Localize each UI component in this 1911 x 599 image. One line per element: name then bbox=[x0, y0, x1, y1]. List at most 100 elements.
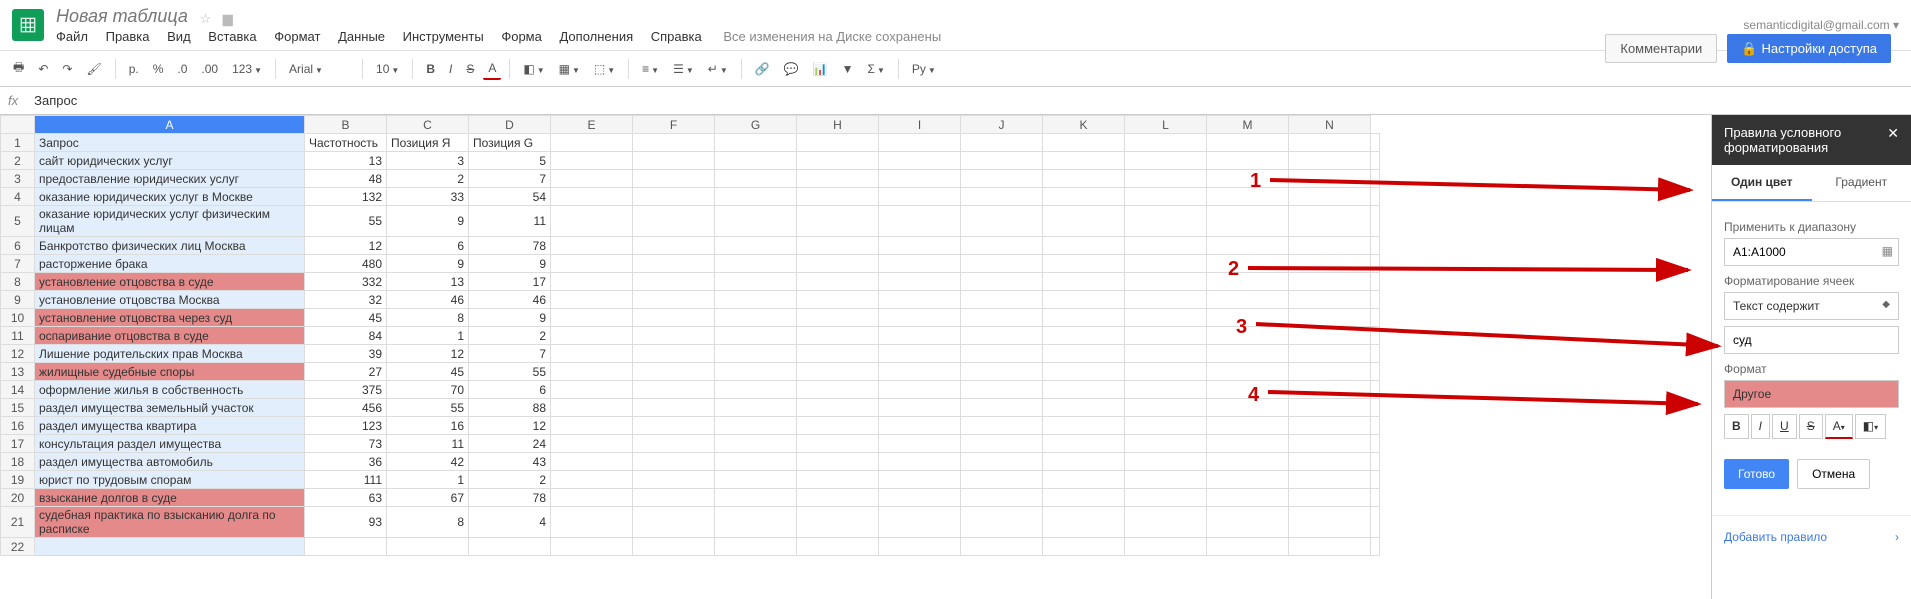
cell[interactable]: 27 bbox=[305, 363, 387, 381]
print-icon[interactable]: 🖶 bbox=[8, 55, 29, 82]
menu-data[interactable]: Данные bbox=[338, 29, 385, 44]
cell[interactable]: 67 bbox=[387, 489, 469, 507]
menu-help[interactable]: Справка bbox=[651, 29, 702, 44]
cell[interactable] bbox=[1125, 188, 1207, 206]
row-header[interactable]: 20 bbox=[1, 489, 35, 507]
sheets-logo[interactable] bbox=[12, 9, 44, 41]
merge-icon[interactable]: ⬚▼ bbox=[589, 59, 620, 79]
col-header-B[interactable]: B bbox=[305, 116, 387, 134]
cell[interactable] bbox=[1125, 363, 1207, 381]
cell[interactable] bbox=[879, 471, 961, 489]
cell[interactable] bbox=[633, 327, 715, 345]
row-header[interactable]: 15 bbox=[1, 399, 35, 417]
cell[interactable] bbox=[551, 170, 633, 188]
row-header[interactable]: 1 bbox=[1, 134, 35, 152]
cell[interactable] bbox=[961, 345, 1043, 363]
cell[interactable] bbox=[1371, 538, 1380, 556]
cell[interactable] bbox=[633, 399, 715, 417]
cell[interactable]: 78 bbox=[469, 237, 551, 255]
cell[interactable] bbox=[1043, 291, 1125, 309]
cell[interactable]: 17 bbox=[469, 273, 551, 291]
row-header[interactable]: 21 bbox=[1, 507, 35, 538]
cell[interactable] bbox=[551, 435, 633, 453]
row-header[interactable]: 2 bbox=[1, 152, 35, 170]
row-header[interactable]: 14 bbox=[1, 381, 35, 399]
row-header[interactable]: 11 bbox=[1, 327, 35, 345]
cell[interactable]: расторжение брака bbox=[35, 255, 305, 273]
cell[interactable] bbox=[715, 273, 797, 291]
cell[interactable] bbox=[1043, 273, 1125, 291]
cell[interactable]: 6 bbox=[387, 237, 469, 255]
cell[interactable] bbox=[35, 538, 305, 556]
cell[interactable]: 54 bbox=[469, 188, 551, 206]
cell[interactable] bbox=[961, 309, 1043, 327]
cell[interactable]: 13 bbox=[305, 152, 387, 170]
font-size[interactable]: 10▼ bbox=[371, 59, 404, 79]
cell[interactable]: 8 bbox=[387, 507, 469, 538]
cell[interactable] bbox=[633, 435, 715, 453]
cell[interactable] bbox=[1043, 453, 1125, 471]
percent-format[interactable]: % bbox=[148, 59, 169, 79]
cell[interactable]: 7 bbox=[469, 345, 551, 363]
cell[interactable] bbox=[1043, 152, 1125, 170]
cell[interactable]: 42 bbox=[387, 453, 469, 471]
cell[interactable] bbox=[797, 538, 879, 556]
col-header-L[interactable]: L bbox=[1125, 116, 1207, 134]
cell[interactable] bbox=[1289, 134, 1371, 152]
cell[interactable] bbox=[1043, 134, 1125, 152]
cell[interactable]: 32 bbox=[305, 291, 387, 309]
cell[interactable] bbox=[1207, 363, 1289, 381]
cell[interactable] bbox=[1207, 134, 1289, 152]
col-header-I[interactable]: I bbox=[879, 116, 961, 134]
cell[interactable] bbox=[715, 255, 797, 273]
cell[interactable] bbox=[1207, 237, 1289, 255]
cell[interactable] bbox=[1125, 206, 1207, 237]
cell[interactable] bbox=[551, 453, 633, 471]
cell[interactable]: 9 bbox=[469, 309, 551, 327]
cell[interactable] bbox=[961, 363, 1043, 381]
fill-color-icon[interactable]: ◧▼ bbox=[518, 59, 549, 79]
cell[interactable]: 12 bbox=[387, 345, 469, 363]
format-bold[interactable]: B bbox=[1724, 414, 1749, 439]
cell[interactable] bbox=[305, 538, 387, 556]
cell[interactable] bbox=[1371, 507, 1380, 538]
cell[interactable]: взыскание долгов в суде bbox=[35, 489, 305, 507]
cell[interactable] bbox=[551, 489, 633, 507]
cell[interactable] bbox=[1207, 435, 1289, 453]
cell[interactable] bbox=[1289, 453, 1371, 471]
cancel-button[interactable]: Отмена bbox=[1797, 459, 1870, 489]
row-header[interactable]: 17 bbox=[1, 435, 35, 453]
condition-value-input[interactable] bbox=[1724, 326, 1899, 354]
cell[interactable] bbox=[797, 255, 879, 273]
cell[interactable] bbox=[551, 538, 633, 556]
cell[interactable] bbox=[551, 291, 633, 309]
cell[interactable] bbox=[797, 507, 879, 538]
cell[interactable] bbox=[879, 435, 961, 453]
cell[interactable] bbox=[633, 417, 715, 435]
col-header-D[interactable]: D bbox=[469, 116, 551, 134]
cell[interactable]: 39 bbox=[305, 345, 387, 363]
comments-button[interactable]: Комментарии bbox=[1605, 34, 1717, 63]
cell[interactable] bbox=[551, 237, 633, 255]
cell[interactable] bbox=[1371, 435, 1380, 453]
cell[interactable] bbox=[633, 471, 715, 489]
functions-icon[interactable]: Σ▼ bbox=[863, 59, 890, 79]
cell[interactable]: оказание юридических услуг физическим ли… bbox=[35, 206, 305, 237]
cell[interactable] bbox=[551, 507, 633, 538]
cell[interactable] bbox=[1289, 538, 1371, 556]
row-header[interactable]: 5 bbox=[1, 206, 35, 237]
cell[interactable]: предоставление юридических услуг bbox=[35, 170, 305, 188]
cell[interactable] bbox=[551, 206, 633, 237]
cell[interactable] bbox=[1125, 507, 1207, 538]
cell[interactable] bbox=[879, 255, 961, 273]
cell[interactable] bbox=[1289, 471, 1371, 489]
cell[interactable]: 78 bbox=[469, 489, 551, 507]
cell[interactable] bbox=[1125, 345, 1207, 363]
h-align-icon[interactable]: ≡▼ bbox=[637, 59, 664, 79]
cell[interactable] bbox=[1043, 399, 1125, 417]
cell[interactable] bbox=[1207, 206, 1289, 237]
cell[interactable] bbox=[551, 381, 633, 399]
cell[interactable] bbox=[797, 453, 879, 471]
cell[interactable] bbox=[1125, 291, 1207, 309]
cell[interactable] bbox=[551, 471, 633, 489]
